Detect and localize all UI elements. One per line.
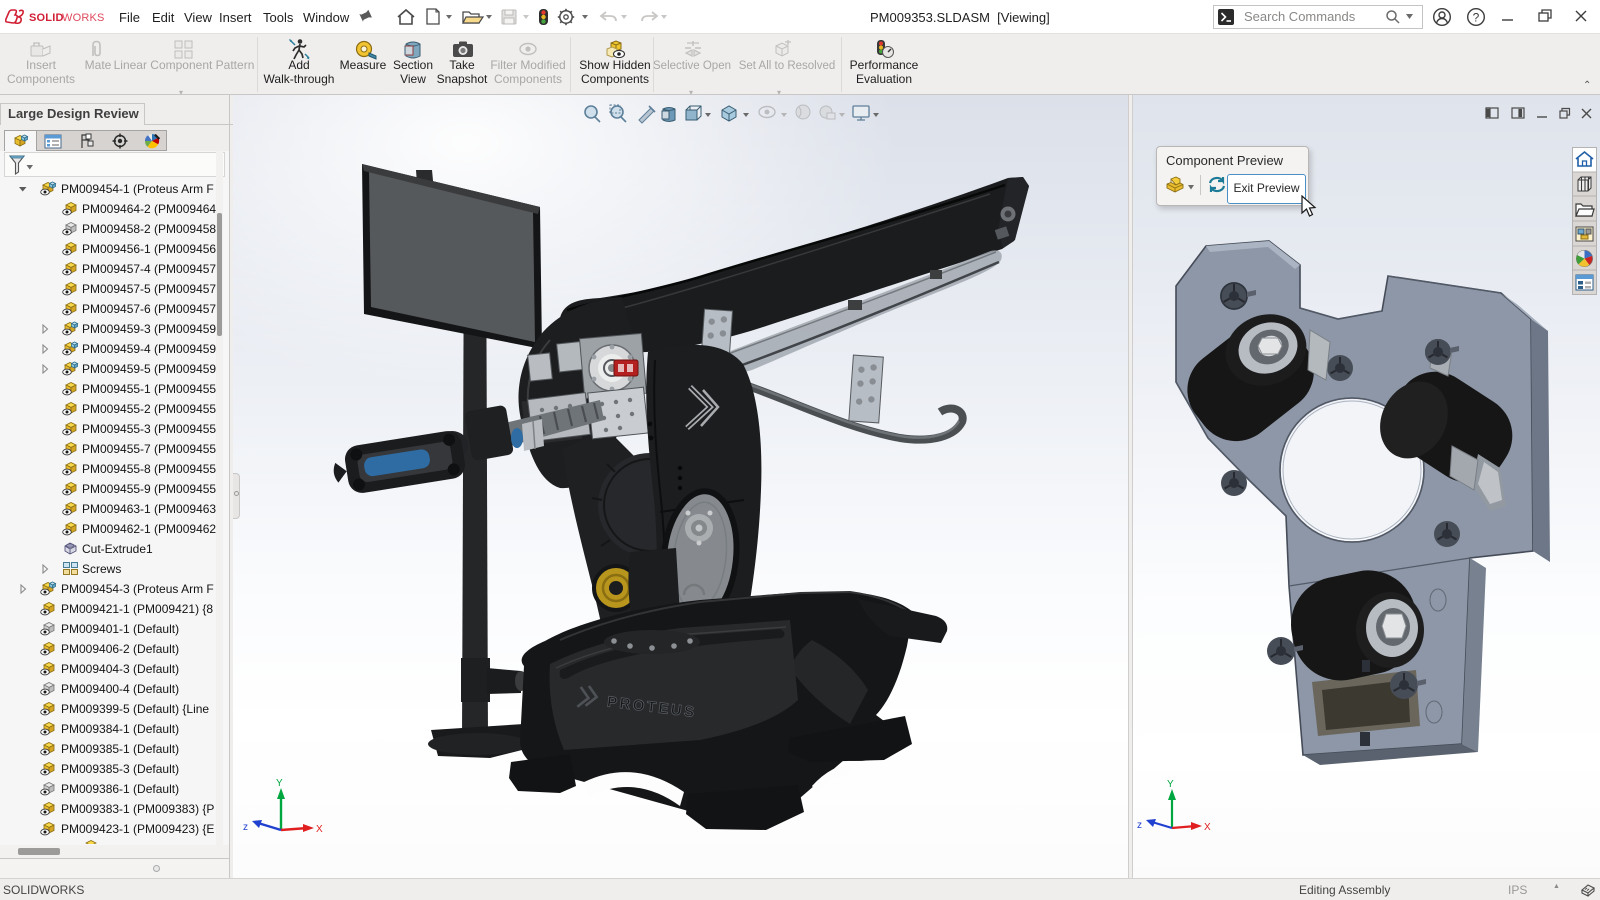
svg-text:WORKS: WORKS <box>62 12 105 24</box>
svg-text:Y: Y <box>276 778 283 789</box>
svg-text:?: ? <box>1473 11 1480 25</box>
svg-text:X: X <box>1204 822 1211 833</box>
svg-text:z: z <box>1137 820 1142 831</box>
svg-text:z: z <box>243 822 248 833</box>
svg-text:Y: Y <box>1167 779 1174 790</box>
svg-text:X: X <box>316 824 323 835</box>
svg-text:SOLID: SOLID <box>29 12 64 24</box>
